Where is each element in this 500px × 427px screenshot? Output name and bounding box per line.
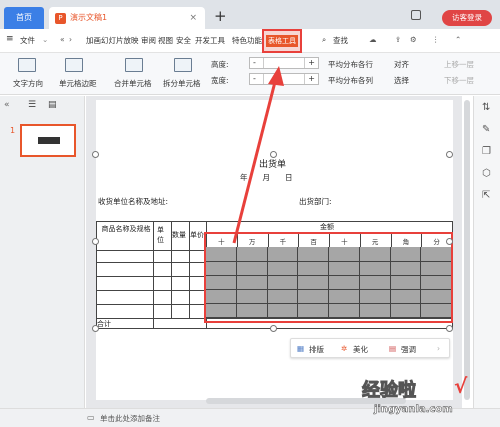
resize-handle[interactable] — [92, 151, 99, 158]
right-sidebar: ⇅ ✎ ❐ ⬡ ⇱ — [473, 96, 500, 408]
watermark-url: jingyanla.com — [374, 404, 453, 416]
resize-handle[interactable] — [270, 151, 277, 158]
notes-icon: ▭ — [87, 413, 95, 422]
adjust-icon[interactable]: ⇅ — [482, 102, 490, 113]
notes-placeholder[interactable]: 单击此处添加备注 — [100, 413, 160, 424]
share-pane-icon[interactable]: ⇱ — [482, 190, 490, 201]
emphasize-icon: ▤ — [389, 344, 397, 353]
magic-icon[interactable]: ✎ — [482, 124, 490, 135]
layout-icon: ▦ — [297, 344, 305, 353]
beautify-icon: ✲ — [341, 344, 348, 353]
resize-handle[interactable] — [270, 325, 277, 332]
quick-action-bar: ▦ 排版 ✲ 美化 ▤ 强调 › — [290, 338, 450, 358]
cube-icon[interactable]: ⬡ — [482, 168, 491, 179]
beautify-button[interactable]: 美化 — [353, 344, 368, 355]
vertical-scrollbar[interactable] — [464, 100, 470, 400]
resize-handle[interactable] — [446, 151, 453, 158]
resize-handle[interactable] — [92, 238, 99, 245]
layout-button[interactable]: 排版 — [309, 344, 324, 355]
resize-handle[interactable] — [446, 325, 453, 332]
chevron-right-icon[interactable]: › — [437, 344, 440, 353]
watermark-check: √ — [454, 374, 468, 398]
annotation-arrow — [232, 66, 284, 244]
watermark-text: 经验啦 — [362, 380, 417, 402]
resize-handle[interactable] — [92, 325, 99, 332]
copy-icon[interactable]: ❐ — [482, 146, 491, 157]
resize-handle[interactable] — [446, 238, 453, 245]
emphasize-button[interactable]: 强调 — [401, 344, 416, 355]
